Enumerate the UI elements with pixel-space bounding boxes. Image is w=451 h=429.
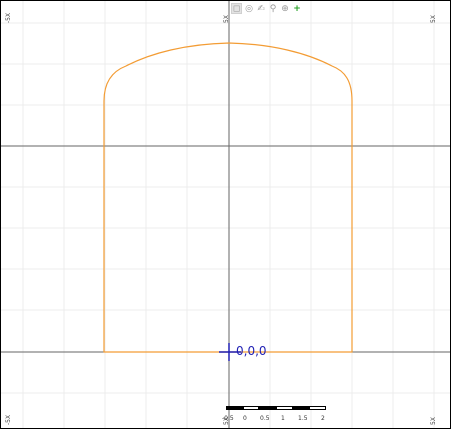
scale-tick-label: -0.5	[222, 415, 234, 422]
major-axes	[1, 1, 450, 428]
corner-label-bottom-left: -5X	[5, 414, 12, 425]
add-icon[interactable]: +	[292, 4, 302, 14]
zoom-center-icon[interactable]: ◎	[244, 4, 254, 14]
scale-segment	[309, 406, 327, 410]
scale-segment	[242, 406, 260, 410]
grid-svg	[1, 1, 450, 428]
scale-segment	[226, 406, 243, 410]
pan-icon[interactable]: ✍	[256, 4, 266, 14]
corner-label-top-right: 5X	[430, 15, 437, 23]
corner-label-top-center: 5X	[223, 15, 230, 23]
scale-segment	[259, 406, 277, 410]
origin-label: 0,0,0	[236, 344, 267, 358]
crosshair-icon[interactable]: ⊕	[280, 4, 290, 14]
view-toolbar: ◻ ◎ ✍ ⚲ ⊕ +	[231, 2, 302, 15]
scale-segment	[292, 406, 310, 410]
scale-tick-label: 1	[281, 415, 285, 422]
corner-label-top-left: -5X	[5, 12, 12, 23]
drawing-canvas[interactable]: -5X 5X 5X -5X 5X 5X ◻ ◎ ✍ ⚲ ⊕ + 0,0,0 -0…	[0, 0, 451, 429]
profile-shape[interactable]	[103, 42, 353, 353]
scale-tick-label: 0	[243, 415, 247, 422]
scale-tick-label: 2	[321, 415, 325, 422]
scale-segment	[276, 406, 293, 410]
scale-tick-label: 1.5	[298, 415, 308, 422]
select-icon[interactable]: ◻	[231, 3, 242, 14]
scale-bar-segments	[226, 406, 327, 410]
scale-bar: -0.5 0 0.5 1 1.5 2	[222, 403, 334, 425]
scale-tick-label: 0.5	[260, 415, 270, 422]
zoom-icon[interactable]: ⚲	[268, 4, 278, 14]
corner-label-bottom-right: 5X	[430, 417, 437, 425]
minor-grid	[1, 1, 450, 428]
